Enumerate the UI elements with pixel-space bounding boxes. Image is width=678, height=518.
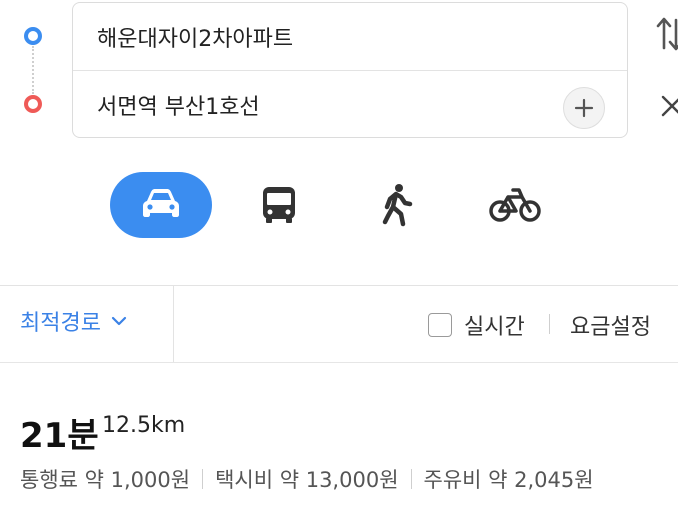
origin-marker-icon [24, 27, 42, 45]
close-button[interactable] [660, 94, 678, 118]
realtime-checkbox[interactable] [428, 313, 452, 337]
mode-car-button[interactable] [110, 172, 212, 238]
toll-cost: 통행료 약 1,000원 [20, 468, 191, 492]
divider [0, 362, 678, 363]
taxi-cost: 택시비 약 13,000원 [215, 468, 399, 492]
realtime-toggle[interactable]: 실시간 [428, 309, 525, 341]
car-icon [143, 189, 179, 217]
route-connector [32, 46, 34, 94]
plus-icon [574, 98, 594, 118]
bus-icon [263, 187, 295, 223]
origin-text: 해운대자이2차아파트 [97, 26, 294, 52]
mode-bus-button[interactable] [228, 172, 330, 238]
destination-field[interactable]: 서면역 부산1호선 [73, 71, 627, 138]
add-stop-button[interactable] [563, 87, 605, 129]
travel-time: 21분 [20, 416, 99, 456]
bicycle-icon [489, 188, 541, 222]
chevron-down-icon [111, 316, 127, 326]
swap-button[interactable] [656, 14, 678, 54]
destination-text: 서면역 부산1호선 [97, 94, 260, 120]
divider [0, 285, 678, 286]
separator [549, 314, 550, 334]
fuel-cost: 주유비 약 2,045원 [423, 468, 594, 492]
divider-vertical [173, 286, 174, 362]
separator [410, 469, 412, 489]
swap-vertical-icon [656, 17, 678, 51]
separator [202, 469, 204, 489]
close-icon [661, 95, 678, 117]
mode-walk-button[interactable] [346, 172, 448, 238]
cost-summary: 통행료 약 1,000원 택시비 약 13,000원 주유비 약 2,045원 [20, 464, 594, 494]
mode-bike-button[interactable] [464, 172, 566, 238]
walk-icon [382, 184, 413, 227]
travel-distance: 12.5km [102, 413, 186, 438]
destination-marker-icon [24, 95, 42, 113]
realtime-label: 실시간 [464, 315, 525, 340]
route-option-label: 최적경로 [20, 311, 101, 336]
origin-field[interactable]: 해운대자이2차아파트 [73, 3, 627, 71]
route-option-dropdown[interactable]: 최적경로 [20, 305, 127, 337]
fare-settings-button[interactable]: 요금설정 [570, 309, 651, 341]
route-inputs: 해운대자이2차아파트 서면역 부산1호선 [72, 2, 628, 138]
